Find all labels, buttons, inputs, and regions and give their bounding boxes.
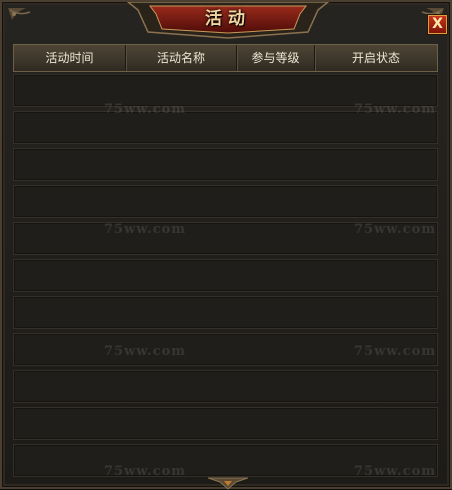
table-row[interactable] [13, 370, 438, 403]
table-row[interactable] [13, 148, 438, 181]
table-row[interactable] [13, 259, 438, 292]
column-header-level[interactable]: 参与等级 [237, 45, 315, 71]
bottom-ornament-icon [208, 476, 248, 490]
column-header-name[interactable]: 活动名称 [126, 45, 237, 71]
column-header-time[interactable]: 活动时间 [14, 45, 126, 71]
activity-window: 活动 X 活动时间 活动名称 参与等级 开启状态 75ww.com 75ww.c… [0, 0, 452, 490]
corner-ornament-icon [6, 6, 46, 34]
title-plaque: 活动 [122, 2, 334, 40]
activity-table: 活动时间 活动名称 参与等级 开启状态 [13, 44, 438, 477]
table-row[interactable] [13, 74, 438, 107]
close-button[interactable]: X [428, 15, 447, 34]
table-row[interactable] [13, 296, 438, 329]
table-header: 活动时间 活动名称 参与等级 开启状态 [13, 44, 438, 72]
table-row[interactable] [13, 185, 438, 218]
table-row[interactable] [13, 444, 438, 477]
table-row[interactable] [13, 333, 438, 366]
window-title: 活动 [205, 9, 251, 29]
table-row[interactable] [13, 222, 438, 255]
table-row[interactable] [13, 407, 438, 440]
table-row[interactable] [13, 111, 438, 144]
column-header-status[interactable]: 开启状态 [315, 45, 437, 71]
